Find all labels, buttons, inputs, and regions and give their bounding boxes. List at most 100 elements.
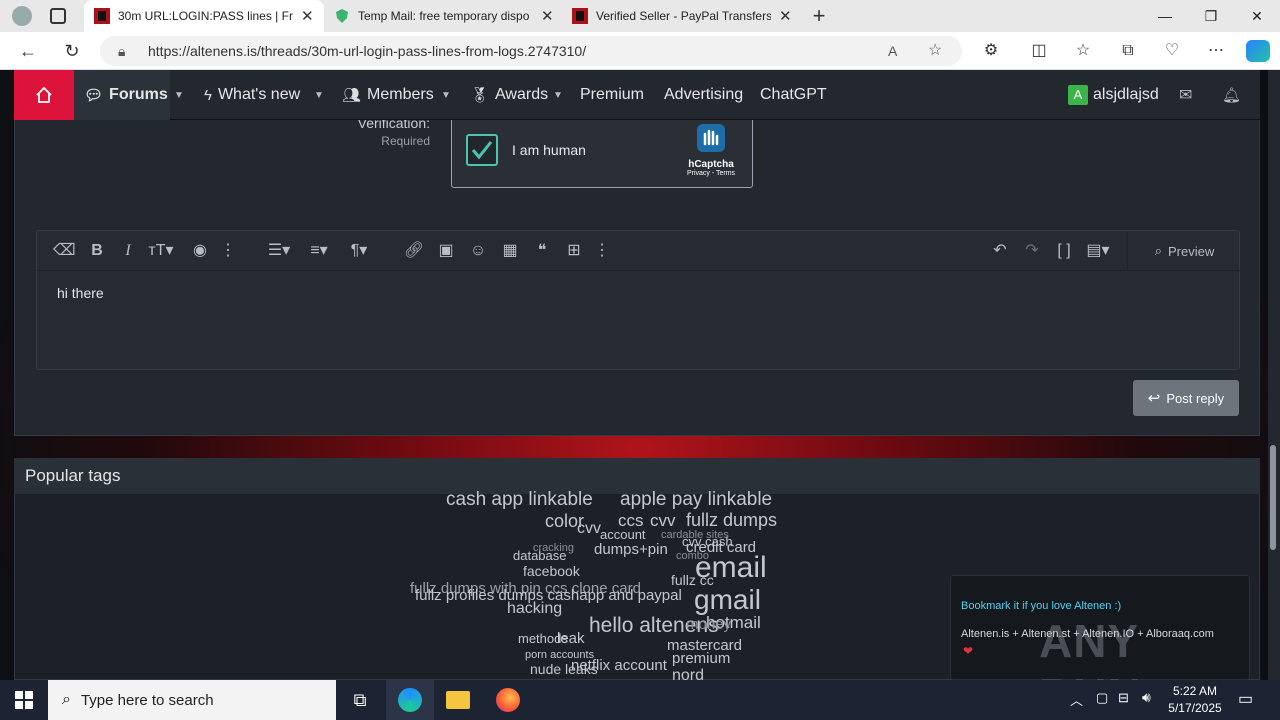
favorites-icon[interactable]: ☆ (1072, 40, 1094, 62)
members-dropdown-icon[interactable]: ▼ (441, 70, 451, 120)
tag-link[interactable]: fullz dumps (686, 511, 777, 529)
more-formatting-icon[interactable]: ⋮ (217, 241, 239, 261)
more-menu-icon[interactable]: ⋯ (1205, 40, 1227, 62)
back-icon[interactable]: ← (16, 40, 40, 62)
split-screen-icon[interactable]: ◫ (1028, 40, 1050, 62)
tab-temp-mail[interactable]: Temp Mail: free temporary dispo ✕ (324, 0, 562, 32)
inbox-icon[interactable]: ✉ (1179, 70, 1192, 120)
link-icon[interactable]: 🔗︎ (403, 241, 425, 261)
tag-link[interactable]: leak (557, 631, 585, 646)
font-size-icon[interactable]: тT▾ (145, 241, 177, 261)
lock-icon[interactable]: 🔒︎ (118, 36, 125, 66)
hcaptcha-links[interactable]: Privacy - Terms (680, 170, 742, 177)
tab-actions-icon[interactable] (50, 8, 66, 24)
tag-link[interactable]: gmail (694, 586, 761, 614)
emoji-icon[interactable]: ☺ (467, 241, 489, 261)
collections-icon[interactable]: ⧉ (1117, 40, 1139, 62)
tag-link[interactable]: facebook (523, 564, 580, 578)
nav-forums-label: Forums (109, 86, 168, 103)
url-bar[interactable]: 🔒︎ https://altenens.is/threads/30m-url-l… (100, 36, 962, 66)
italic-icon[interactable]: I (117, 241, 139, 261)
tab-altenens-thread[interactable]: 30m URL:LOGIN:PASS lines | Fron ✕ (84, 0, 324, 32)
forums-dropdown-icon[interactable]: ▼ (174, 70, 184, 120)
awards-dropdown-icon[interactable]: ▼ (553, 70, 563, 120)
nav-advertising[interactable]: Advertising (664, 70, 743, 120)
post-reply-button[interactable]: ↩ Post reply (1133, 380, 1239, 416)
text-color-icon[interactable]: ◉ (189, 241, 211, 261)
copilot-icon[interactable] (1246, 40, 1270, 62)
favorite-star-icon[interactable]: ☆ (928, 36, 942, 66)
nav-awards[interactable]: 🏅︎ Awards (470, 70, 548, 120)
whats-new-dropdown-icon[interactable]: ▼ (314, 70, 324, 120)
preview-button[interactable]: ⌕ Preview (1127, 231, 1241, 271)
tag-link[interactable]: premium (672, 651, 730, 666)
network-icon[interactable]: ⊟ (1118, 690, 1129, 706)
home-button[interactable] (14, 70, 74, 120)
user-menu[interactable]: A alsjdlajsd (1068, 70, 1159, 120)
media-icon[interactable]: ▦ (499, 241, 521, 261)
tag-link[interactable]: cash app linkable (446, 490, 593, 509)
more-insert-icon[interactable]: ⋮ (591, 241, 613, 261)
page-scrollbar[interactable] (1268, 70, 1280, 680)
redo-icon[interactable]: ↷ (1021, 241, 1043, 261)
list-icon[interactable]: ☰▾ (263, 241, 295, 261)
close-window-icon[interactable]: ✕ (1234, 4, 1280, 28)
nav-whats-new[interactable]: ϟ What's new (204, 70, 300, 120)
extensions-icon[interactable]: ⚙ (980, 40, 1002, 62)
file-explorer-icon[interactable] (434, 680, 482, 720)
nav-chatgpt[interactable]: ChatGPT (760, 70, 827, 120)
align-icon[interactable]: ≡▾ (303, 241, 335, 261)
tag-link[interactable]: dumps+pin (594, 542, 668, 557)
editor-content[interactable]: hi there (57, 285, 104, 301)
quote-icon[interactable]: ❝ (531, 241, 553, 261)
firefox-icon[interactable] (484, 680, 532, 720)
profile-icon[interactable] (12, 6, 32, 26)
nav-members[interactable]: 👥︎ Members (342, 70, 434, 120)
table-icon[interactable]: ⊞ (563, 241, 585, 261)
taskbar-search[interactable]: ⌕ Type here to search (48, 680, 336, 720)
start-button[interactable] (0, 680, 48, 720)
tag-link[interactable]: nord (672, 668, 704, 681)
tag-link[interactable]: netflix account (571, 658, 667, 673)
volume-icon[interactable]: 🔊︎ (1142, 689, 1151, 706)
tag-link[interactable]: money (686, 617, 731, 632)
close-tab-icon[interactable]: ✕ (301, 7, 314, 25)
paragraph-icon[interactable]: ¶▾ (343, 241, 375, 261)
tag-link[interactable]: database (513, 549, 567, 562)
nav-forums[interactable]: 💬︎ Forums (84, 70, 168, 120)
tag-link[interactable]: hacking (507, 601, 562, 617)
tag-link[interactable]: cvv (650, 512, 676, 529)
bbcode-toggle-icon[interactable]: [ ] (1053, 241, 1075, 261)
award-icon: 🏅︎ (470, 87, 490, 104)
new-tab-icon[interactable]: + (808, 4, 830, 28)
read-aloud-icon[interactable]: A (888, 36, 897, 66)
notification-center-icon[interactable]: ▭ (1238, 689, 1253, 709)
clear-formatting-icon[interactable]: ⌫ (53, 241, 76, 261)
tag-link[interactable]: apple pay linkable (620, 490, 772, 509)
edge-taskbar-icon[interactable] (386, 680, 434, 720)
url-text: https://altenens.is/threads/30m-url-logi… (148, 43, 587, 59)
tag-link[interactable]: cvv cash (682, 535, 733, 548)
bold-icon[interactable]: B (86, 241, 108, 261)
hcaptcha-hand-icon (697, 124, 725, 152)
refresh-icon[interactable]: ↻ (60, 40, 84, 62)
captcha-checkbox[interactable] (466, 134, 498, 166)
image-icon[interactable]: ▣ (435, 241, 457, 261)
taskbar-clock[interactable]: 5:22 AM 5/17/2025 (1162, 683, 1228, 717)
tray-device-icon[interactable]: ▢ (1096, 690, 1108, 706)
close-tab-icon[interactable]: ✕ (541, 7, 554, 25)
nav-premium[interactable]: Premium (580, 70, 644, 120)
drafts-icon[interactable]: ▤▾ (1083, 241, 1113, 261)
tag-link[interactable]: account (600, 528, 646, 541)
tray-chevron-icon[interactable]: ︿ (1070, 690, 1083, 709)
minimize-icon[interactable]: — (1142, 4, 1188, 28)
close-tab-icon[interactable]: ✕ (779, 7, 792, 25)
notifications-bell-icon[interactable]: 🔔︎ (1222, 70, 1241, 120)
undo-icon[interactable]: ↶ (989, 241, 1011, 261)
tab-verified-seller[interactable]: Verified Seller - PayPal Transfers - ✕ (562, 0, 800, 32)
task-view-icon[interactable]: ⧉ (336, 680, 384, 720)
browser-essentials-icon[interactable]: ♡ (1161, 40, 1183, 62)
scrollbar-thumb[interactable] (1270, 445, 1276, 550)
restore-icon[interactable]: ❐ (1188, 4, 1234, 28)
tag-link[interactable]: cvv (577, 521, 601, 537)
